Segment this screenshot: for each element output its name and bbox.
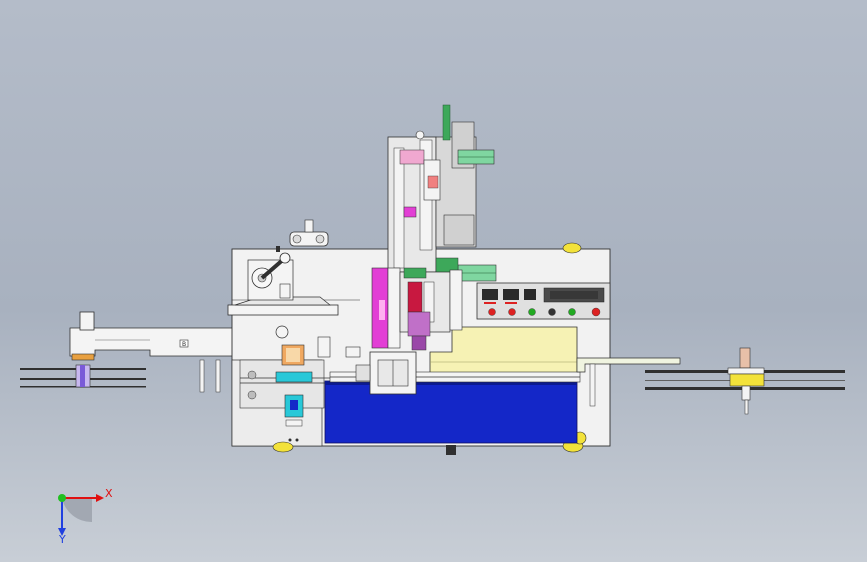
indicator-light-4[interactable] — [548, 308, 556, 316]
display-2 — [503, 289, 519, 300]
indicator-light-5[interactable] — [568, 308, 576, 316]
indicator-light-1[interactable] — [488, 308, 496, 316]
emergency-stop[interactable] — [591, 307, 601, 317]
x-axis-label: X — [105, 487, 113, 500]
origin-marker — [58, 494, 66, 502]
control-panel[interactable] — [476, 282, 611, 320]
right-feeder-arm[interactable] — [576, 347, 845, 415]
indicator-light-3[interactable] — [528, 308, 536, 316]
vertical-column[interactable] — [387, 104, 477, 273]
cad-viewport[interactable]: B X Y — [0, 0, 867, 562]
left-pusher-arm[interactable]: B — [69, 311, 236, 361]
arm-plate-label: B — [182, 341, 186, 348]
y-axis-label: Y — [58, 533, 66, 546]
display-1 — [482, 289, 498, 300]
indicator-light-2[interactable] — [508, 308, 516, 316]
coordinate-triad[interactable]: X Y — [58, 487, 113, 546]
machine-assembly-drawing[interactable]: B X Y — [0, 0, 867, 562]
left-rail-assembly[interactable] — [20, 364, 146, 388]
display-3 — [524, 289, 536, 300]
x-axis-arrow — [96, 494, 104, 502]
blue-base[interactable] — [324, 380, 578, 444]
